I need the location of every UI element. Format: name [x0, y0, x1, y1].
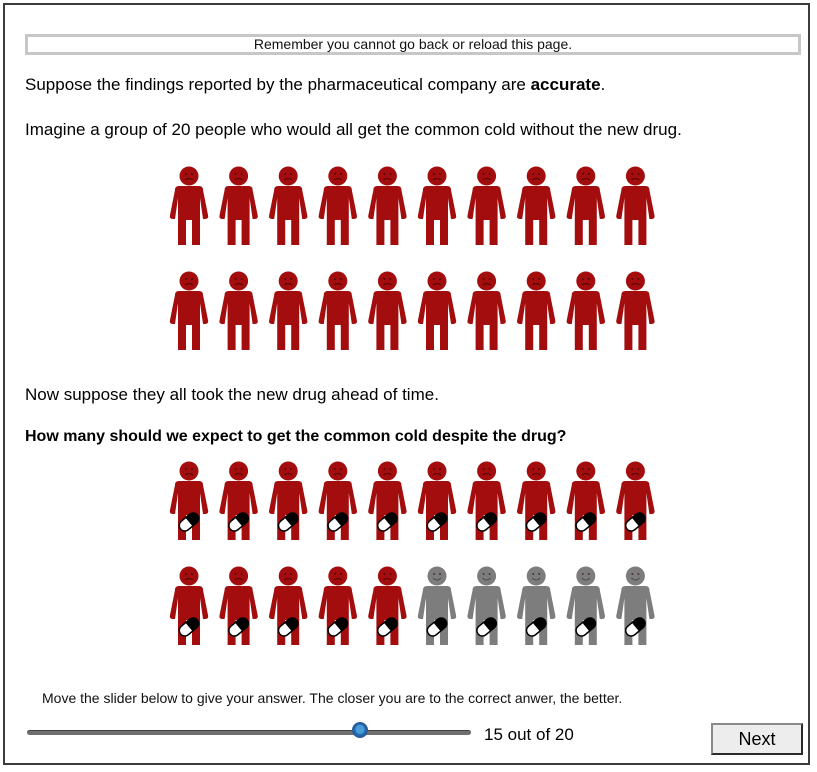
sick-person-icon: [517, 461, 556, 540]
intro-suffix: .: [600, 75, 606, 94]
slider-readout: 15 out of 20: [484, 725, 574, 744]
sick-person-icon: [318, 461, 357, 540]
sick-person-icon: [219, 271, 258, 350]
sick-person-icon: [368, 566, 407, 645]
sick-person-icon: [368, 271, 407, 350]
sick-person-icon: [318, 566, 357, 645]
sick-person-icon: [219, 461, 258, 540]
healthy-person-icon: [417, 566, 457, 645]
intro-emphasis: accurate: [530, 75, 601, 94]
sick-person-icon: [318, 271, 357, 350]
healthy-person-icon: [467, 566, 506, 645]
sick-person-icon: [616, 461, 655, 540]
question-text: How many should we expect to get the com…: [25, 428, 567, 445]
sick-person-icon: [417, 271, 457, 350]
sick-person-icon: [467, 461, 506, 540]
slider-hint: Move the slider below to give your answe…: [42, 690, 623, 706]
sick-person-icon: [169, 271, 209, 350]
sick-person-icon: [566, 166, 605, 245]
sick-person-icon: [467, 271, 506, 350]
sick-person-icon: [467, 166, 506, 245]
sick-person-icon: [169, 566, 209, 645]
sick-person-icon: [616, 166, 655, 245]
healthy-person-icon: [517, 566, 556, 645]
sick-person-icon: [269, 461, 308, 540]
sick-person-icon: [517, 271, 556, 350]
sick-person-icon: [269, 566, 308, 645]
sick-person-icon: [269, 271, 308, 350]
sick-person-icon: [169, 461, 209, 540]
intro-prefix: Suppose the findings reported by the pha…: [25, 75, 531, 94]
sick-person-icon: [616, 271, 655, 350]
sick-person-icon: [566, 461, 605, 540]
sick-person-icon: [318, 166, 357, 245]
sick-person-icon: [566, 271, 605, 350]
sick-person-icon: [169, 166, 209, 245]
healthy-person-icon: [566, 566, 605, 645]
sick-person-icon: [517, 166, 556, 245]
sick-person-icon: [417, 461, 457, 540]
sick-person-icon: [368, 461, 407, 540]
icon-array-with-drug: [167, 460, 667, 670]
intro-text: Suppose the findings reported by the pha…: [25, 75, 605, 95]
sick-person-icon: [417, 166, 457, 245]
sick-person-icon: [269, 166, 308, 245]
answer-slider-thumb[interactable]: [352, 722, 368, 738]
healthy-person-icon: [616, 566, 655, 645]
answer-slider-track[interactable]: [27, 730, 471, 735]
icon-array-without-drug: [167, 165, 667, 375]
next-button[interactable]: Next: [711, 723, 803, 755]
imagine-text: Imagine a group of 20 people who would a…: [25, 120, 682, 139]
warning-banner: Remember you cannot go back or reload th…: [25, 34, 801, 55]
suppose-text: Now suppose they all took the new drug a…: [25, 385, 439, 404]
sick-person-icon: [219, 566, 258, 645]
sick-person-icon: [368, 166, 407, 245]
sick-person-icon: [219, 166, 258, 245]
survey-page: Remember you cannot go back or reload th…: [3, 3, 810, 765]
